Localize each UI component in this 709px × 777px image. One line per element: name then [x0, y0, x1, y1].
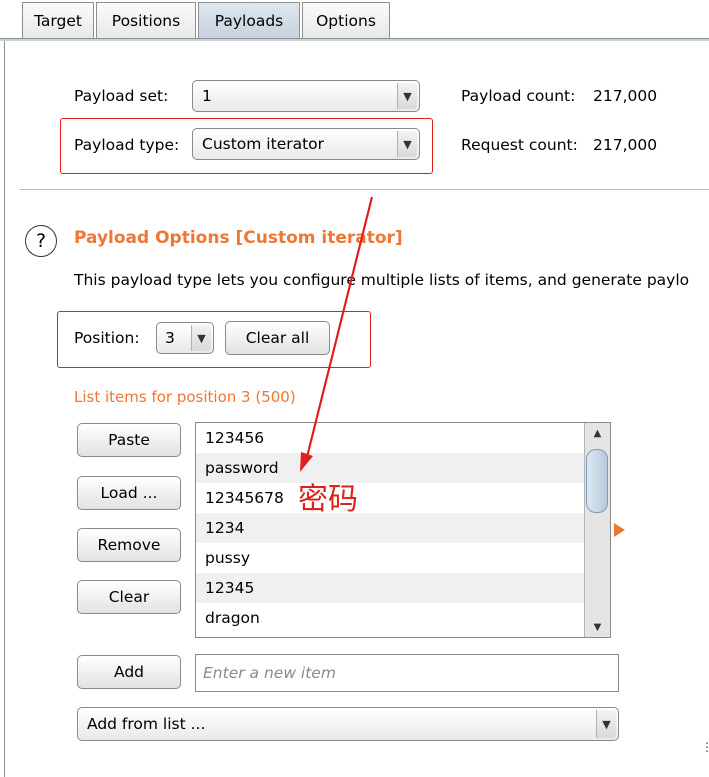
new-item-placeholder: Enter a new item — [203, 664, 336, 682]
annotation-label: 密码 — [298, 482, 358, 517]
edge-mark: ⋮ — [701, 740, 709, 754]
tab-positions[interactable]: Positions — [96, 2, 196, 39]
payload-type-label: Payload type: — [74, 136, 180, 154]
payload-options-heading: Payload Options [Custom iterator] — [74, 228, 403, 248]
tab-positions-label: Positions — [111, 12, 181, 30]
list-item[interactable]: dragon — [196, 603, 584, 633]
list-scrollbar[interactable]: ▲ ▼ — [584, 423, 610, 637]
list-item[interactable]: 12345678 — [196, 483, 584, 513]
list-item[interactable]: pussy — [196, 543, 584, 573]
tab-target-label: Target — [34, 12, 82, 30]
tab-payloads-label: Payloads — [214, 12, 284, 30]
list-items-header: List items for position 3 (500) — [74, 388, 296, 406]
section-divider — [20, 189, 709, 190]
clear-button[interactable]: Clear — [77, 580, 181, 614]
chevron-down-icon: ▼ — [191, 325, 211, 351]
tab-target[interactable]: Target — [22, 2, 94, 39]
payload-count-label: Payload count: — [461, 87, 576, 105]
list-item[interactable]: 12345 — [196, 573, 584, 603]
list-item[interactable]: password — [196, 453, 584, 483]
payload-set-dropdown[interactable]: 1 ▼ — [192, 80, 420, 112]
payload-count-value: 217,000 — [593, 87, 658, 105]
help-icon[interactable]: ? — [25, 225, 57, 257]
payload-item-list[interactable]: 123456 password 12345678 1234 pussy 1234… — [195, 422, 611, 638]
clear-all-label: Clear all — [245, 329, 310, 347]
load-button[interactable]: Load ... — [77, 476, 181, 510]
position-dropdown[interactable]: 3 ▼ — [156, 322, 214, 354]
help-symbol: ? — [35, 230, 47, 252]
add-from-list-dropdown[interactable]: Add from list ... ▼ — [77, 707, 619, 741]
payload-options-description: This payload type lets you configure mul… — [74, 271, 690, 289]
list-item[interactable]: 1234 — [196, 513, 584, 543]
add-label: Add — [113, 663, 144, 681]
position-label: Position: — [74, 329, 140, 347]
payload-type-dropdown[interactable]: Custom iterator ▼ — [192, 128, 420, 160]
tab-options-label: Options — [316, 12, 376, 30]
add-button[interactable]: Add — [77, 655, 181, 689]
chevron-down-icon: ▼ — [397, 131, 417, 157]
clear-all-button[interactable]: Clear all — [225, 321, 330, 355]
remove-label: Remove — [97, 536, 161, 554]
payload-set-value: 1 — [202, 87, 212, 105]
request-count-value: 217,000 — [593, 136, 658, 154]
chevron-down-icon: ▼ — [596, 710, 616, 738]
tab-payloads[interactable]: Payloads — [198, 2, 300, 39]
expand-arrow-icon[interactable] — [614, 523, 625, 537]
scrollbar-thumb[interactable] — [586, 449, 608, 513]
paste-label: Paste — [108, 431, 150, 449]
request-count-label: Request count: — [461, 136, 578, 154]
scroll-down-icon[interactable]: ▼ — [585, 617, 610, 637]
payload-set-label: Payload set: — [74, 87, 169, 105]
load-label: Load ... — [100, 484, 158, 502]
add-from-list-value: Add from list ... — [87, 715, 206, 733]
list-item[interactable]: 123456 — [196, 423, 584, 453]
payload-type-value: Custom iterator — [202, 135, 325, 153]
remove-button[interactable]: Remove — [77, 528, 181, 562]
tab-options[interactable]: Options — [302, 2, 390, 39]
scroll-up-icon[interactable]: ▲ — [585, 423, 610, 443]
tab-bar: Target Positions Payloads Options — [0, 0, 709, 41]
new-item-input[interactable]: Enter a new item — [195, 654, 619, 692]
chevron-down-icon: ▼ — [397, 83, 417, 109]
paste-button[interactable]: Paste — [77, 423, 181, 457]
clear-label: Clear — [108, 588, 150, 606]
position-value: 3 — [165, 329, 175, 347]
